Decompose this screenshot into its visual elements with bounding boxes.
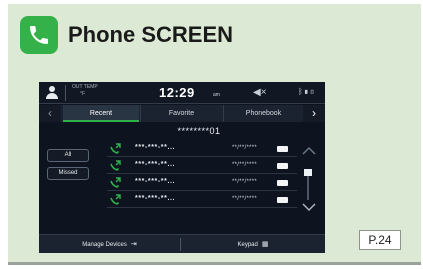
user-profile-icon[interactable] bbox=[45, 85, 59, 100]
call-number: ***-***-**... bbox=[135, 178, 176, 185]
call-list-item[interactable]: ***-***-**... **/**/**** bbox=[107, 175, 297, 191]
phone-tabs: ‹ Recent Favorite Phonebook › bbox=[39, 105, 325, 122]
outgoing-call-icon bbox=[110, 177, 121, 188]
call-list-item[interactable]: ***-***-**... **/**/**** bbox=[107, 158, 297, 174]
outside-temp: OUT TEMP °F bbox=[72, 84, 98, 98]
outgoing-call-icon bbox=[110, 160, 121, 171]
page-title: Phone SCREEN bbox=[68, 22, 234, 47]
tab-recent[interactable]: Recent bbox=[63, 105, 139, 122]
filter-missed-button[interactable]: Missed bbox=[47, 167, 89, 180]
call-detail-icon bbox=[277, 146, 288, 152]
outgoing-call-icon bbox=[110, 143, 121, 154]
call-detail-icon bbox=[277, 197, 288, 203]
device-exit-icon: ⇥ bbox=[130, 241, 137, 248]
call-date: **/**/**** bbox=[232, 179, 258, 185]
tab-phonebook[interactable]: Phonebook bbox=[223, 105, 303, 122]
keypad-button[interactable]: Keypad ▦ bbox=[181, 235, 325, 253]
clock-ampm: am bbox=[213, 92, 220, 98]
manage-devices-button[interactable]: Manage Devices ⇥ bbox=[39, 235, 180, 253]
outgoing-call-icon bbox=[110, 194, 121, 205]
selected-number: ********01 bbox=[177, 126, 221, 136]
call-date: **/**/**** bbox=[232, 145, 258, 151]
section-header: Phone SCREEN bbox=[20, 16, 233, 54]
call-list-item[interactable]: ***-***-**... **/**/**** bbox=[107, 192, 297, 208]
tab-favorite[interactable]: Favorite bbox=[140, 105, 222, 122]
tab-next-arrow-icon[interactable]: › bbox=[303, 105, 325, 122]
out-temp-label: OUT TEMP bbox=[72, 84, 98, 90]
call-detail-icon bbox=[277, 180, 288, 186]
scrollbar-thumb[interactable] bbox=[304, 169, 312, 176]
call-number: ***-***-**... bbox=[135, 144, 176, 151]
phone-icon bbox=[20, 16, 58, 54]
clock-time: 12:29 bbox=[159, 85, 195, 100]
out-temp-value: °F bbox=[80, 91, 86, 97]
manage-devices-label: Manage Devices bbox=[82, 242, 127, 248]
page-reference: P.24 bbox=[359, 230, 401, 250]
call-list-item[interactable]: ***-***-**... **/**/**** bbox=[107, 141, 297, 157]
phone-display: OUT TEMP °F 12:29 am ◀× ᛒ▮▯ ‹ Recent Fav… bbox=[39, 82, 325, 253]
call-date: **/**/**** bbox=[232, 196, 258, 202]
call-number: ***-***-**... bbox=[135, 161, 176, 168]
keypad-label: Keypad bbox=[237, 242, 258, 248]
call-detail-icon bbox=[277, 163, 288, 169]
status-bar: OUT TEMP °F 12:29 am ◀× ᛒ▮▯ bbox=[39, 82, 325, 104]
scroll-down-icon[interactable] bbox=[301, 202, 317, 212]
call-date: **/**/**** bbox=[232, 162, 258, 168]
bottom-action-bar: Manage Devices ⇥ Keypad ▦ bbox=[39, 234, 325, 253]
tab-prev-arrow-icon[interactable]: ‹ bbox=[39, 105, 61, 122]
filter-all-button[interactable]: All bbox=[47, 149, 89, 162]
volume-mute-icon: ◀× bbox=[253, 87, 267, 98]
keypad-grid-icon: ▦ bbox=[261, 241, 269, 248]
scrollbar-track[interactable] bbox=[307, 172, 309, 200]
status-divider bbox=[65, 85, 66, 101]
call-number: ***-***-**... bbox=[135, 195, 176, 202]
scroll-up-icon[interactable] bbox=[301, 146, 317, 156]
signal-status-icon: ᛒ▮▯ bbox=[298, 87, 316, 96]
